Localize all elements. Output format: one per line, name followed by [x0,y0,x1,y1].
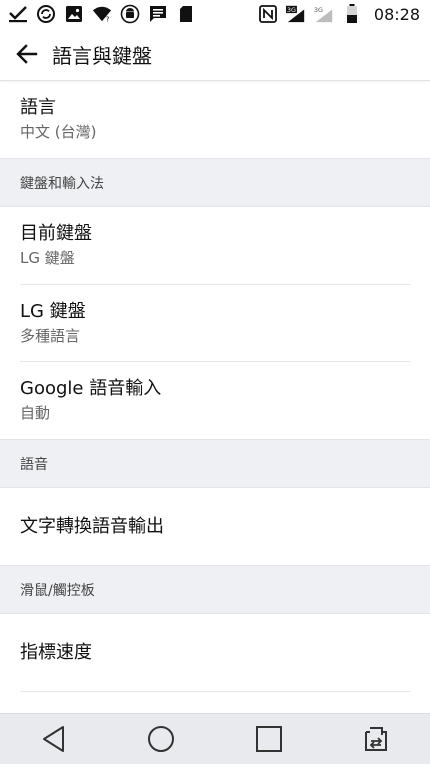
android-icon [120,4,140,24]
sd-card-icon [176,4,196,24]
setting-lg-keyboard-summary: 多種語言 [20,327,81,345]
section-header-keyboard: 鍵盤和輸入法 [0,158,430,207]
battery-icon [342,4,362,24]
app-bar: 語言與鍵盤 [0,28,430,81]
section-header-keyboard-label: 鍵盤和輸入法 [20,175,104,192]
section-header-speech: 語音 [0,439,430,488]
status-bar-left: ? [8,0,196,28]
setting-google-voice-input-title: Google 語音輸入 [20,378,162,399]
message-icon [148,4,168,24]
setting-pointer-speed[interactable]: 指標速度 [0,614,430,691]
setting-tts-output-title: 文字轉換語音輸出 [20,515,164,537]
page-title: 語言與鍵盤 [52,43,152,68]
setting-pointer-speed-title: 指標速度 [20,641,92,663]
network-label-2: 3G [314,7,323,14]
setting-language-title: 語言 [20,97,56,118]
setting-language[interactable]: 語言 中文 (台灣) [0,81,430,158]
setting-lg-keyboard[interactable]: LG 鍵盤 多種語言 [0,285,430,361]
screen: ? 3G 3G 08:28 語言與鍵盤 語言 中文 (台灣) 鍵盤和輸入法 目前… [0,0,430,764]
nav-recents-button[interactable] [239,715,299,763]
status-bar: ? 3G 3G 08:28 [0,0,430,28]
section-header-mouse: 滑鼠/觸控板 [0,565,430,614]
setting-google-voice-input[interactable]: Google 語音輸入 自動 [0,362,430,439]
wifi-icon: ? [92,4,112,24]
section-header-speech-label: 語音 [20,456,48,473]
svg-text:?: ? [106,14,110,23]
image-icon [64,4,84,24]
recents-icon [255,726,282,752]
status-time: 08:28 [373,4,420,24]
back-icon [42,726,64,752]
status-bar-right: 3G 3G 08:28 [258,0,420,28]
back-button[interactable] [12,39,42,69]
setting-current-keyboard[interactable]: 目前鍵盤 LG 鍵盤 [0,207,430,284]
setting-current-keyboard-summary: LG 鍵盤 [20,249,75,267]
setting-current-keyboard-title: 目前鍵盤 [20,223,92,244]
dual-window-icon [365,727,388,751]
divider [20,691,410,692]
check-icon [8,4,28,24]
navigation-bar [0,713,430,764]
nav-home-button[interactable] [131,715,191,763]
signal-3g-icon: 3G [285,4,306,24]
sync-icon [36,4,56,24]
signal-3g-icon: 3G [314,4,334,24]
network-label-1: 3G [287,7,296,14]
nfc-icon [258,4,278,24]
nav-back-button[interactable] [24,715,84,763]
setting-lg-keyboard-title: LG 鍵盤 [20,301,86,322]
setting-language-summary: 中文 (台灣) [20,123,97,141]
nav-dual-window-button[interactable] [346,715,406,763]
setting-google-voice-input-summary: 自動 [20,404,51,422]
setting-tts-output[interactable]: 文字轉換語音輸出 [0,488,430,565]
arrow-left-icon [16,44,38,64]
settings-list: 語言 中文 (台灣) 鍵盤和輸入法 目前鍵盤 LG 鍵盤 LG 鍵盤 多種語言 … [0,81,430,692]
home-icon [148,726,175,752]
section-header-mouse-label: 滑鼠/觸控板 [20,582,95,599]
